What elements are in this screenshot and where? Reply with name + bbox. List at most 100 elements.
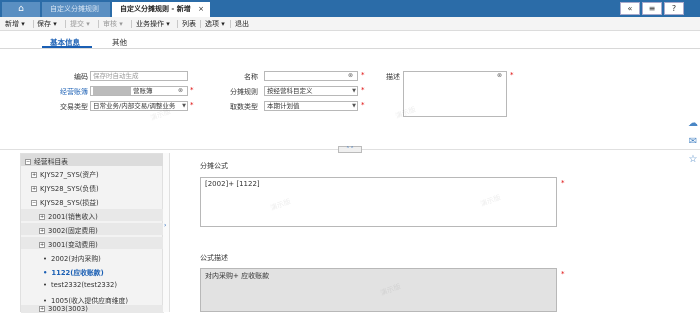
tree-item[interactable]: • test2332(test2332) <box>43 281 117 289</box>
separator <box>200 20 201 28</box>
tree-root[interactable]: − 经营科目表 <box>25 156 68 166</box>
fetch-type-select[interactable]: 本期计划值 ▼ <box>264 101 358 111</box>
tree-item-selected[interactable]: • 1122(应收账款) <box>43 267 104 277</box>
cloud-icon[interactable]: ☁ <box>686 118 700 132</box>
tab-bar: ⌂ 自定义分摊规则 自定义分摊规则 - 新增 × « ≡ ? <box>0 0 700 17</box>
separator <box>177 20 178 28</box>
account-label[interactable]: 经营账簿 <box>50 87 88 97</box>
account-tree: − 经营科目表 + KJYS27_SYS(资产) + KJYS28_SYS(负债) −… <box>20 153 164 313</box>
chevron-down-icon: ▼ <box>352 103 356 109</box>
formula-value: [2002]+ [1122] <box>205 180 260 188</box>
expand-icon[interactable]: + <box>31 186 37 192</box>
tree-item-label: KJYS28_SYS(损益) <box>40 199 99 207</box>
fetch-type-label: 取数类型 <box>230 103 258 111</box>
tree-item-label: 1005(收入提供应商维度) <box>51 297 128 305</box>
collapse-icon[interactable]: − <box>31 200 37 206</box>
rule-label: 分摊规则 <box>230 88 258 96</box>
tree-item[interactable]: • 1005(收入提供应商维度) <box>43 295 128 305</box>
trade-type-select[interactable]: 日常业务/内部交易/调整业务 ▼ <box>90 101 188 111</box>
subtab-bar: 基本信息 其他 <box>0 31 700 49</box>
expand-icon[interactable]: + <box>39 306 45 312</box>
save-menu[interactable]: 保存 ▾ <box>37 19 57 29</box>
tree-item-label: 2001(销售收入) <box>48 213 98 221</box>
collapse-toggle[interactable]: ⌃⌃ <box>338 146 362 153</box>
collapse-icon[interactable]: − <box>25 159 31 165</box>
formula-field[interactable]: [2002]+ [1122] <box>200 177 557 227</box>
expand-icon[interactable]: + <box>31 172 37 178</box>
code-label: 编码 <box>74 73 88 81</box>
new-menu[interactable]: 新增 ▾ <box>5 19 25 29</box>
required-mark: * <box>361 101 365 109</box>
tree-item-label: 3002(固定费用) <box>48 227 98 235</box>
list-menu[interactable]: 列表 <box>182 19 196 29</box>
tab-other[interactable]: 其他 <box>112 37 127 48</box>
tree-item[interactable]: + KJYS27_SYS(资产) <box>31 169 99 179</box>
tree-item-label: test2332(test2332) <box>51 281 118 289</box>
separator <box>33 20 34 28</box>
expand-icon[interactable]: + <box>39 214 45 220</box>
help-icon: ? <box>671 4 677 13</box>
bullet-icon: • <box>43 281 48 289</box>
chevron-down-icon: ▼ <box>352 88 356 94</box>
tab-custom-allocation-rule[interactable]: 自定义分摊规则 <box>42 2 110 17</box>
tab-label: 自定义分摊规则 <box>50 5 99 13</box>
business-ops-menu[interactable]: 业务操作 ▾ <box>136 19 170 29</box>
description-field[interactable]: ⊗ <box>403 71 507 117</box>
lookup-icon[interactable]: ⊗ <box>497 72 505 80</box>
fetch-type-value: 本期计划值 <box>267 102 300 110</box>
exit-menu[interactable]: 退出 <box>235 19 249 29</box>
list-button[interactable]: ≡ <box>642 2 662 15</box>
tree-item[interactable]: • 2002(对内采购) <box>43 253 101 263</box>
tab-custom-allocation-rule-new[interactable]: 自定义分摊规则 - 新增 × <box>112 2 210 17</box>
active-tab-indicator <box>42 46 92 48</box>
home-tab[interactable]: ⌂ <box>2 2 40 17</box>
required-mark: * <box>561 179 565 187</box>
collapse-icon: « <box>627 4 633 13</box>
tree-collapse-handle[interactable]: › <box>163 153 170 312</box>
code-field[interactable]: 保存时自动生成 <box>90 71 188 81</box>
required-mark: * <box>190 86 194 94</box>
description-label: 描述 <box>386 73 400 81</box>
list-icon: ≡ <box>648 4 656 13</box>
rule-select[interactable]: 按经营科目定义 ▼ <box>264 86 358 96</box>
tree-item[interactable]: +3002(固定费用) <box>39 225 98 235</box>
options-menu[interactable]: 选项 ▾ <box>205 19 225 29</box>
audit-menu[interactable]: 审核 ▾ <box>103 19 123 29</box>
name-field[interactable]: ⊗ <box>264 71 358 81</box>
tree-item-label: 2002(对内采购) <box>51 255 101 263</box>
masked-text <box>93 87 131 95</box>
trade-type-label: 交易类型 <box>60 103 88 111</box>
star-icon[interactable]: ☆ <box>686 154 700 168</box>
tree-item-label: 1122(应收账款) <box>51 269 104 277</box>
tree-item[interactable]: + KJYS28_SYS(负债) <box>31 183 99 193</box>
account-field[interactable]: 营账簿 ⊗ <box>90 86 188 96</box>
formula-desc-value: 对内采购+ 应收账款 <box>205 272 270 280</box>
required-mark: * <box>510 71 514 79</box>
tree-item[interactable]: +2001(销售收入) <box>39 211 98 221</box>
required-mark: * <box>561 270 565 278</box>
close-icon[interactable]: × <box>198 2 204 17</box>
tree-root-label: 经营科目表 <box>34 158 68 166</box>
tab-label: 自定义分摊规则 - 新增 <box>120 5 191 13</box>
collapse-button[interactable]: « <box>620 2 640 15</box>
bullet-icon: • <box>43 297 48 305</box>
separator <box>65 20 66 28</box>
tree-item-label: 3001(变动费用) <box>48 241 98 249</box>
bullet-icon: • <box>43 269 48 277</box>
chevron-right-icon: › <box>164 222 167 229</box>
help-button[interactable]: ? <box>664 2 684 15</box>
watermark: 演示版 <box>394 105 417 121</box>
tree-item[interactable]: − KJYS28_SYS(损益) <box>31 197 99 207</box>
separator <box>230 20 231 28</box>
toolbar: 新增 ▾ 保存 ▾ 提交 ▾ 审核 ▾ 业务操作 ▾ 列表 选项 ▾ 退出 <box>0 17 700 31</box>
required-mark: * <box>361 86 365 94</box>
account-value: 营账簿 <box>133 87 153 95</box>
submit-menu[interactable]: 提交 ▾ <box>70 19 90 29</box>
lookup-icon[interactable]: ⊗ <box>178 87 186 95</box>
expand-icon[interactable]: + <box>39 228 45 234</box>
chat-icon[interactable]: ✉ <box>686 136 700 150</box>
lookup-icon[interactable]: ⊗ <box>348 72 356 80</box>
tree-item[interactable]: +3001(变动费用) <box>39 239 98 249</box>
bullet-icon: • <box>43 255 48 263</box>
expand-icon[interactable]: + <box>39 242 45 248</box>
